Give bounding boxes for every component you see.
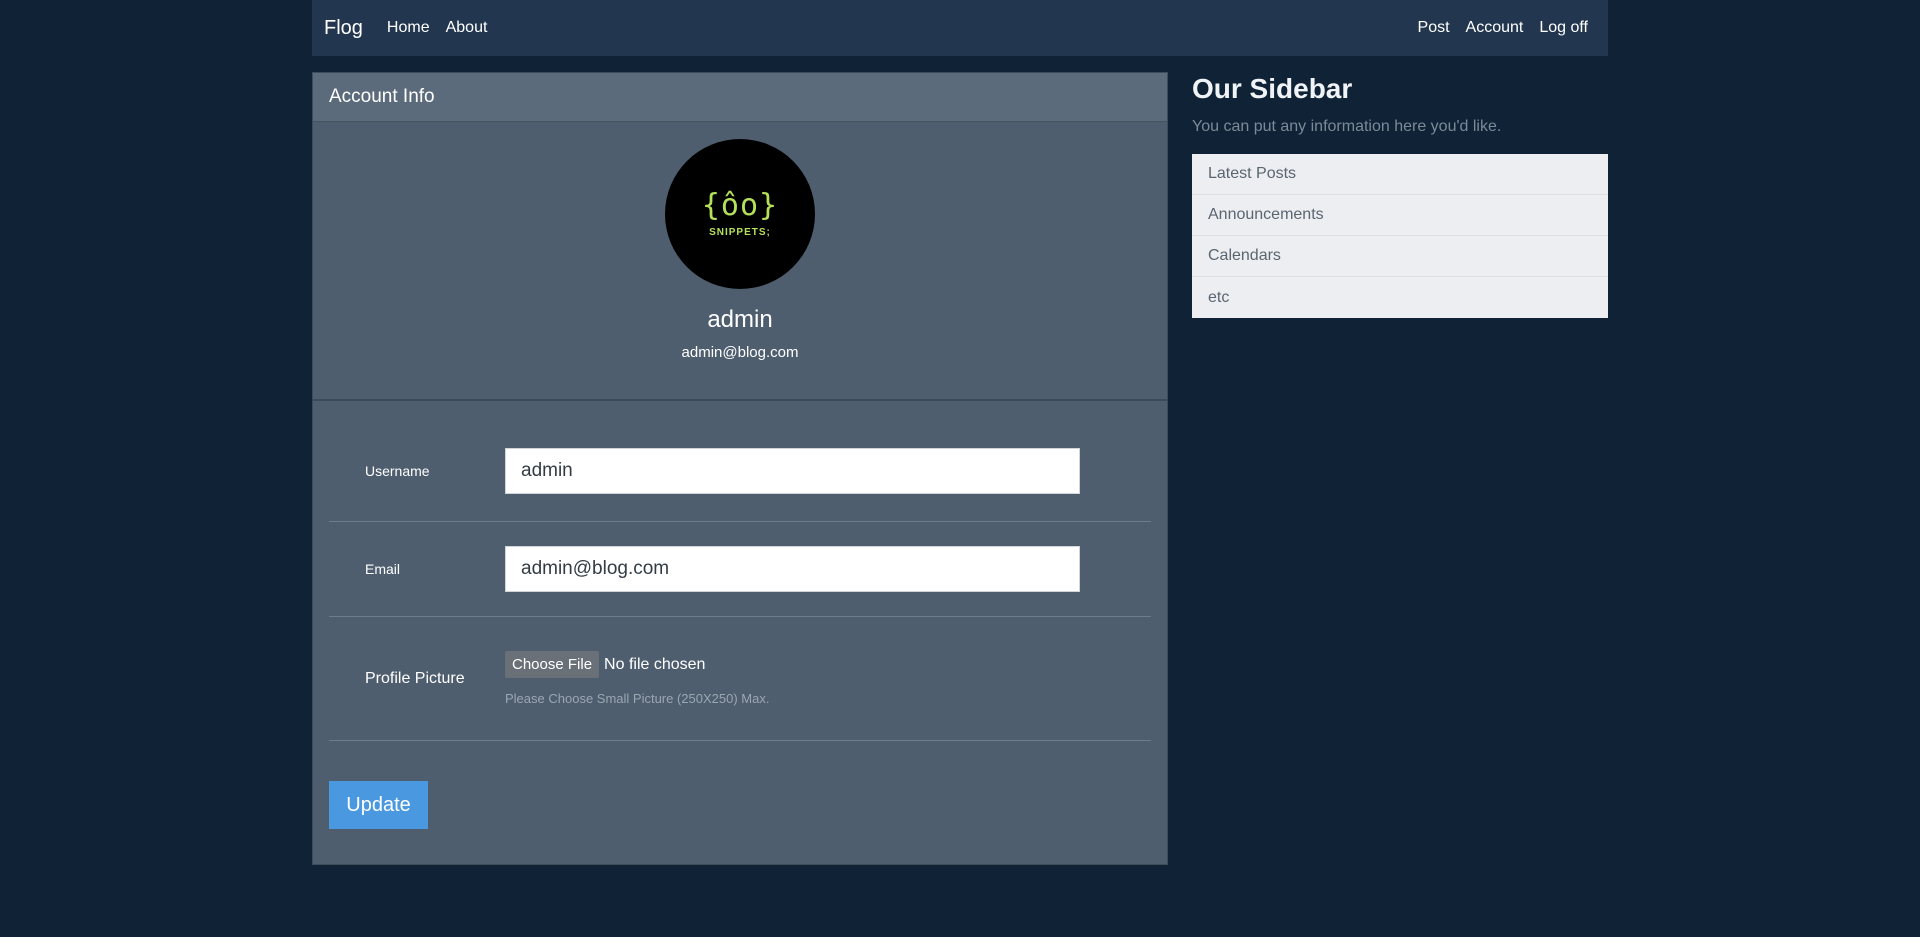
email-input[interactable]: admin@blog.com	[505, 546, 1080, 592]
sidebar: Our Sidebar You can put any information …	[1192, 72, 1608, 318]
sidebar-list: Latest Posts Announcements Calendars etc	[1192, 154, 1608, 318]
file-help-text: Please Choose Small Picture (250X250) Ma…	[505, 691, 770, 706]
username-row: Username admin	[329, 401, 1151, 522]
account-form: Username admin Email admin@blog.com Prof…	[313, 401, 1167, 741]
sidebar-item-etc[interactable]: etc	[1192, 277, 1608, 318]
username-input[interactable]: admin	[505, 448, 1080, 494]
card-header: Account Info	[313, 73, 1167, 122]
file-status: No file chosen	[604, 655, 706, 673]
sidebar-item-announcements[interactable]: Announcements	[1192, 195, 1608, 236]
avatar-logo-mark: {ôo}	[701, 187, 779, 223]
sidebar-subtitle: You can put any information here you'd l…	[1192, 118, 1502, 135]
navbar: Flog Home About Post Account Log off	[312, 0, 1608, 56]
nav-account-link[interactable]: Account	[1466, 19, 1524, 37]
sidebar-title: Our Sidebar	[1192, 73, 1353, 104]
file-input-block: Choose File No file chosen Please Choose…	[505, 651, 769, 706]
nav-right: Post Account Log off	[1402, 19, 1604, 37]
nav-home-link[interactable]: Home	[387, 19, 430, 37]
nav-left: Home About	[387, 19, 504, 37]
account-card: Account Info {ôo} SNIPPETS; admin admin@…	[312, 72, 1168, 865]
email-row: Email admin@blog.com	[329, 522, 1151, 617]
avatar-logo-text: SNIPPETS;	[709, 226, 771, 238]
profile-summary: {ôo} SNIPPETS; admin admin@blog.com	[313, 122, 1167, 401]
avatar: {ôo} SNIPPETS;	[665, 139, 815, 289]
sidebar-item-latest-posts[interactable]: Latest Posts	[1192, 154, 1608, 195]
sidebar-item-calendars[interactable]: Calendars	[1192, 236, 1608, 277]
brand-link[interactable]: Flog	[324, 17, 363, 40]
nav-logoff-link[interactable]: Log off	[1539, 19, 1588, 37]
profile-username: admin	[707, 306, 773, 333]
nav-post-link[interactable]: Post	[1418, 19, 1450, 37]
file-input: Choose File No file chosen	[505, 651, 769, 678]
update-button[interactable]: Update	[329, 781, 428, 829]
choose-file-button[interactable]: Choose File	[505, 651, 600, 678]
profile-picture-label: Profile Picture	[365, 669, 465, 687]
profile-email: admin@blog.com	[681, 344, 799, 361]
profile-picture-row: Profile Picture Choose File No file chos…	[329, 617, 1151, 741]
email-label: Email	[365, 561, 401, 577]
username-label: Username	[365, 463, 430, 479]
nav-about-link[interactable]: About	[446, 19, 488, 37]
